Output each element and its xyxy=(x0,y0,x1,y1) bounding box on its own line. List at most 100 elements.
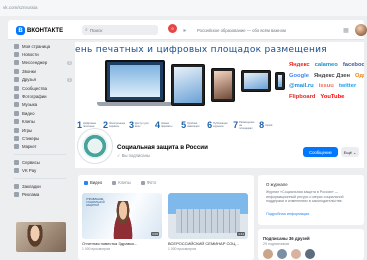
about-block: О журнале Журнал «Социальная защита в Ро… xyxy=(258,175,364,225)
vk-logo[interactable]: B ВКОНТАКТЕ xyxy=(16,26,63,35)
search-input[interactable] xyxy=(89,27,150,33)
laptop-base xyxy=(97,102,173,106)
sidebar-item-icon xyxy=(14,85,19,91)
video-title[interactable]: Отчетная повестка Здравоо... xyxy=(82,241,162,246)
sidebar-item[interactable]: Клипы xyxy=(14,118,72,126)
sidebar-tertiary-items: Закладки Реклама xyxy=(14,182,72,199)
sidebar-item-icon xyxy=(14,43,19,49)
cover-step: 4 Новые форматы xyxy=(155,120,177,130)
vk-logo-icon: B xyxy=(16,26,25,35)
sidebar-secondary-items: Сервисы VK Pay xyxy=(14,158,72,175)
building-image xyxy=(176,209,240,233)
platform-logo: facebook xyxy=(342,62,364,68)
sidebar-item[interactable]: Закладки xyxy=(14,182,72,190)
sidebar-item[interactable]: Реклама xyxy=(14,190,72,198)
avatar[interactable] xyxy=(305,249,315,259)
step-number: 1 xyxy=(77,120,83,130)
sidebar-item[interactable]: Сообщества xyxy=(14,84,72,92)
video-duration: 3:05 xyxy=(151,232,159,236)
subscribers-block[interactable]: Подписаны 36 друзей 29 подписчиков xyxy=(258,229,364,260)
sidebar-item-label: Звонки xyxy=(22,68,36,74)
video-card[interactable]: УПРАВЛЕНИЕ СОЦИАЛЬНОЙ ЗАЩИТОЙ 3:05 Отчет… xyxy=(82,193,162,251)
presenter-image xyxy=(110,201,136,239)
sidebar-item[interactable]: Новости xyxy=(14,50,72,58)
user-avatar[interactable] xyxy=(355,24,367,36)
video-card[interactable]: 4:43 ВСЕРОССИЙСКИЙ СЕМИНАР СОЦ... 1 000 … xyxy=(168,193,248,251)
sidebar-item-icon xyxy=(14,144,19,150)
subscription-status[interactable]: ✓ Вы подписаны xyxy=(117,153,150,158)
sidebar-item[interactable]: Стикеры xyxy=(14,134,72,142)
community-avatar[interactable] xyxy=(77,128,113,164)
tab-clips[interactable]: Клипы xyxy=(112,180,131,185)
details-link[interactable]: Подробная информация xyxy=(266,212,309,216)
community-cover: ень печатных и цифровых площадок размеще… xyxy=(75,42,364,138)
cover-step: 3 Доступ для всех xyxy=(129,120,151,130)
play-icon[interactable]: ▸ xyxy=(180,25,190,35)
sidebar-item[interactable]: Мессенджер 5 xyxy=(14,59,72,67)
step-text: Размещение на площадках xyxy=(239,120,255,130)
video-thumbnail[interactable]: УПРАВЛЕНИЕ СОЦИАЛЬНОЙ ЗАЩИТОЙ 3:05 xyxy=(82,193,162,239)
sidebar-item[interactable]: VK Pay xyxy=(14,166,72,174)
sidebar-item[interactable]: Друзья 1 xyxy=(14,76,72,84)
logo-text: ВКОНТАКТЕ xyxy=(27,27,64,34)
video-title[interactable]: ВСЕРОССИЙСКИЙ СЕМИНАР СОЦ... xyxy=(168,241,248,246)
top-header: B ВКОНТАКТЕ ⌕ 9 ▸ Российское образование… xyxy=(8,20,367,40)
notifications-badge[interactable]: 9 xyxy=(168,24,177,33)
clips-icon xyxy=(112,180,117,185)
sidebar-item-icon xyxy=(14,127,19,133)
sidebar-item[interactable]: Сервисы xyxy=(14,158,72,166)
sidebar-item-label: Клипы xyxy=(22,119,35,125)
about-text: Журнал «Социальная защита в России» — ин… xyxy=(266,190,344,204)
avatar[interactable] xyxy=(277,249,287,259)
sidebar-item-label: Новости xyxy=(22,52,39,58)
music-marquee[interactable]: Российское образование — обо всём важном xyxy=(197,28,337,33)
message-button[interactable]: Сообщение xyxy=(303,147,338,157)
search-icon: ⌕ xyxy=(85,27,88,33)
video-duration: 4:43 xyxy=(237,232,245,236)
sidebar-item[interactable]: Фотографии xyxy=(14,92,72,100)
community-name: Социальная защита в России xyxy=(117,144,208,151)
step-text: Новые форматы xyxy=(161,122,173,128)
sidebar-item[interactable]: Игры xyxy=(14,126,72,134)
photo-icon xyxy=(140,180,145,185)
platform-logo: Одноклассники xyxy=(355,72,364,79)
more-button[interactable]: Ещё ⌄ xyxy=(341,147,359,157)
tab-photo[interactable]: Фото xyxy=(140,180,156,185)
address-bar[interactable]: vk.com/sznrussia xyxy=(0,0,367,16)
sidebar-item-label: Моя страница xyxy=(22,43,51,49)
sidebar-item-label: Видео xyxy=(22,110,35,116)
sidebar-item-icon xyxy=(14,183,19,189)
sidebar-main-items: Моя страница Новости Мессенджер 5 Звонки Друз… xyxy=(14,42,72,151)
platform-logo: Яндекс Дзен xyxy=(313,72,351,79)
cover-step: 8 Архив xyxy=(259,120,281,130)
sidebar-item[interactable]: Музыка xyxy=(14,101,72,109)
sidebar-item-icon xyxy=(14,52,19,58)
sidebar-item[interactable]: Звонки xyxy=(14,67,72,75)
subscription-status-label: Вы подписаны xyxy=(121,153,150,158)
video-views: 1 000 просмотров xyxy=(82,247,110,251)
sidebar-item[interactable]: Моя страница xyxy=(14,42,72,50)
tab-video[interactable]: Видео xyxy=(84,180,102,185)
platform-logo: @mail.ru xyxy=(289,83,314,89)
step-text: Удобная навигация xyxy=(187,122,200,128)
avatar[interactable] xyxy=(263,249,273,259)
step-number: 6 xyxy=(207,120,213,130)
cover-step: 2 Электронные сервисы xyxy=(103,120,125,130)
sidebar-item-icon xyxy=(14,102,19,108)
sidebar-ad-image[interactable] xyxy=(16,222,66,252)
thumbnail-caption: УПРАВЛЕНИЕ СОЦИАЛЬНОЙ ЗАЩИТОЙ xyxy=(86,198,105,207)
search-box[interactable]: ⌕ xyxy=(82,25,158,35)
platform-logo: Яндекс xyxy=(289,62,310,68)
avatar[interactable] xyxy=(291,249,301,259)
grid-menu-icon[interactable]: ▦ xyxy=(341,25,351,35)
about-title: О журнале xyxy=(266,182,288,187)
sidebar-item-icon xyxy=(14,135,19,141)
sidebar-divider xyxy=(14,154,66,156)
platform-logo: Google xyxy=(289,72,309,79)
sidebar-item[interactable]: Маркет xyxy=(14,143,72,151)
sidebar-item-label: Мессенджер xyxy=(22,60,48,66)
sidebar-item[interactable]: Видео xyxy=(14,109,72,117)
video-thumbnail[interactable]: 4:43 xyxy=(168,193,248,239)
sidebar-item-label: Маркет xyxy=(22,144,37,150)
sidebar-item-icon xyxy=(14,110,19,116)
